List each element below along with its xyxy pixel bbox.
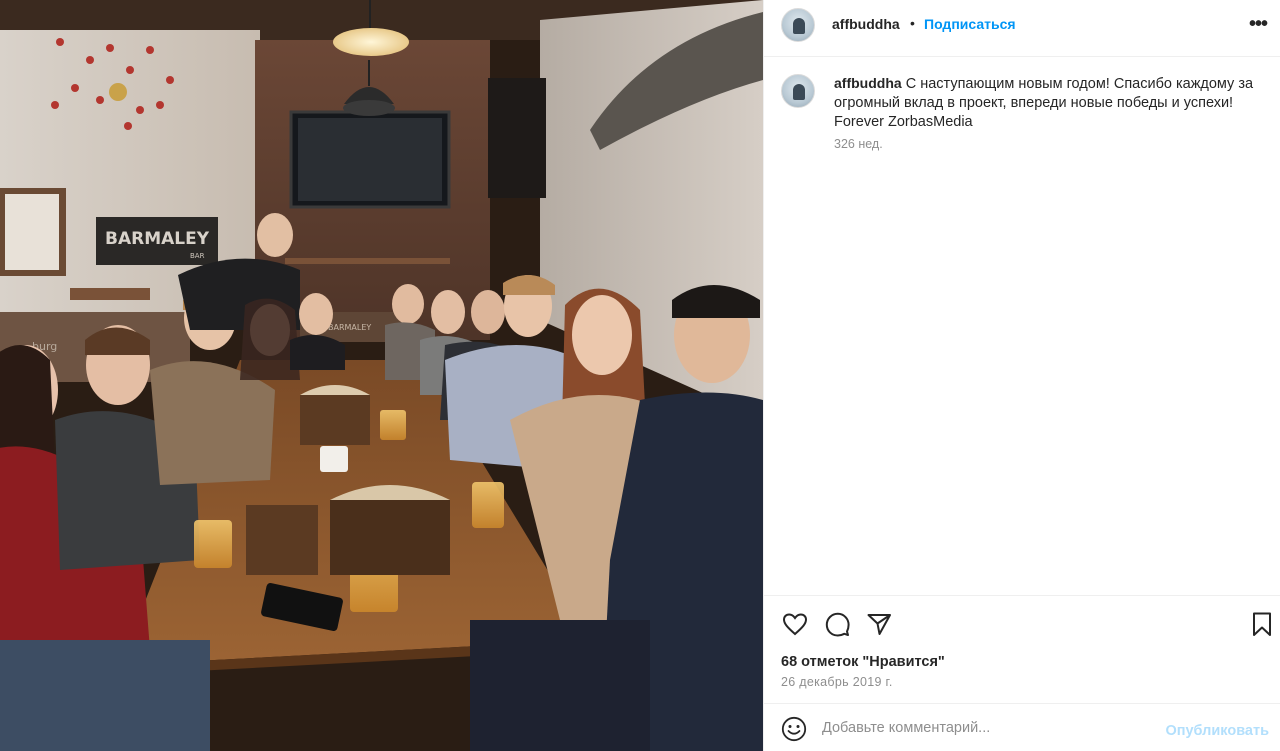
caption-author-username[interactable]: affbuddha (834, 75, 902, 91)
post-date[interactable]: 26 декабрь 2019 г. (781, 675, 893, 689)
comment-bar: Опубликовать (764, 703, 1280, 751)
author-username[interactable]: affbuddha (832, 16, 900, 32)
svg-text:BARMALEY: BARMALEY (328, 323, 371, 332)
post-caption: affbuddha С наступающим новым годом! Спа… (834, 74, 1254, 132)
post-sidebar: affbuddha • Подписаться ••• affbuddha С … (763, 0, 1280, 751)
follow-button[interactable]: Подписаться (924, 16, 1016, 32)
more-horizontal-icon[interactable]: ••• (1249, 13, 1268, 36)
separator-dot: • (910, 15, 915, 31)
bar-sign-text: BARMALEY (105, 229, 210, 249)
likes-count[interactable]: 68 отметок "Нравится" (781, 654, 945, 670)
post-photo[interactable]: BARMALEY BAR burg BARMALEY (0, 0, 763, 751)
caption-author-avatar[interactable] (781, 74, 815, 108)
heart-icon[interactable] (781, 610, 809, 638)
post-header: affbuddha • Подписаться ••• (764, 0, 1280, 57)
author-avatar[interactable] (781, 8, 815, 42)
post-actions: 68 отметок "Нравится" 26 декабрь 2019 г. (764, 595, 1280, 703)
post-age[interactable]: 326 нед. (834, 137, 883, 151)
comment-icon[interactable] (823, 610, 851, 638)
smiley-icon[interactable] (781, 716, 807, 742)
publish-button[interactable]: Опубликовать (1165, 723, 1269, 739)
comment-input[interactable] (822, 714, 1152, 742)
comments-area: affbuddha С наступающим новым годом! Спа… (764, 57, 1280, 595)
bookmark-icon[interactable] (1248, 610, 1276, 638)
svg-text:BAR: BAR (190, 252, 205, 260)
share-icon[interactable] (865, 610, 893, 638)
